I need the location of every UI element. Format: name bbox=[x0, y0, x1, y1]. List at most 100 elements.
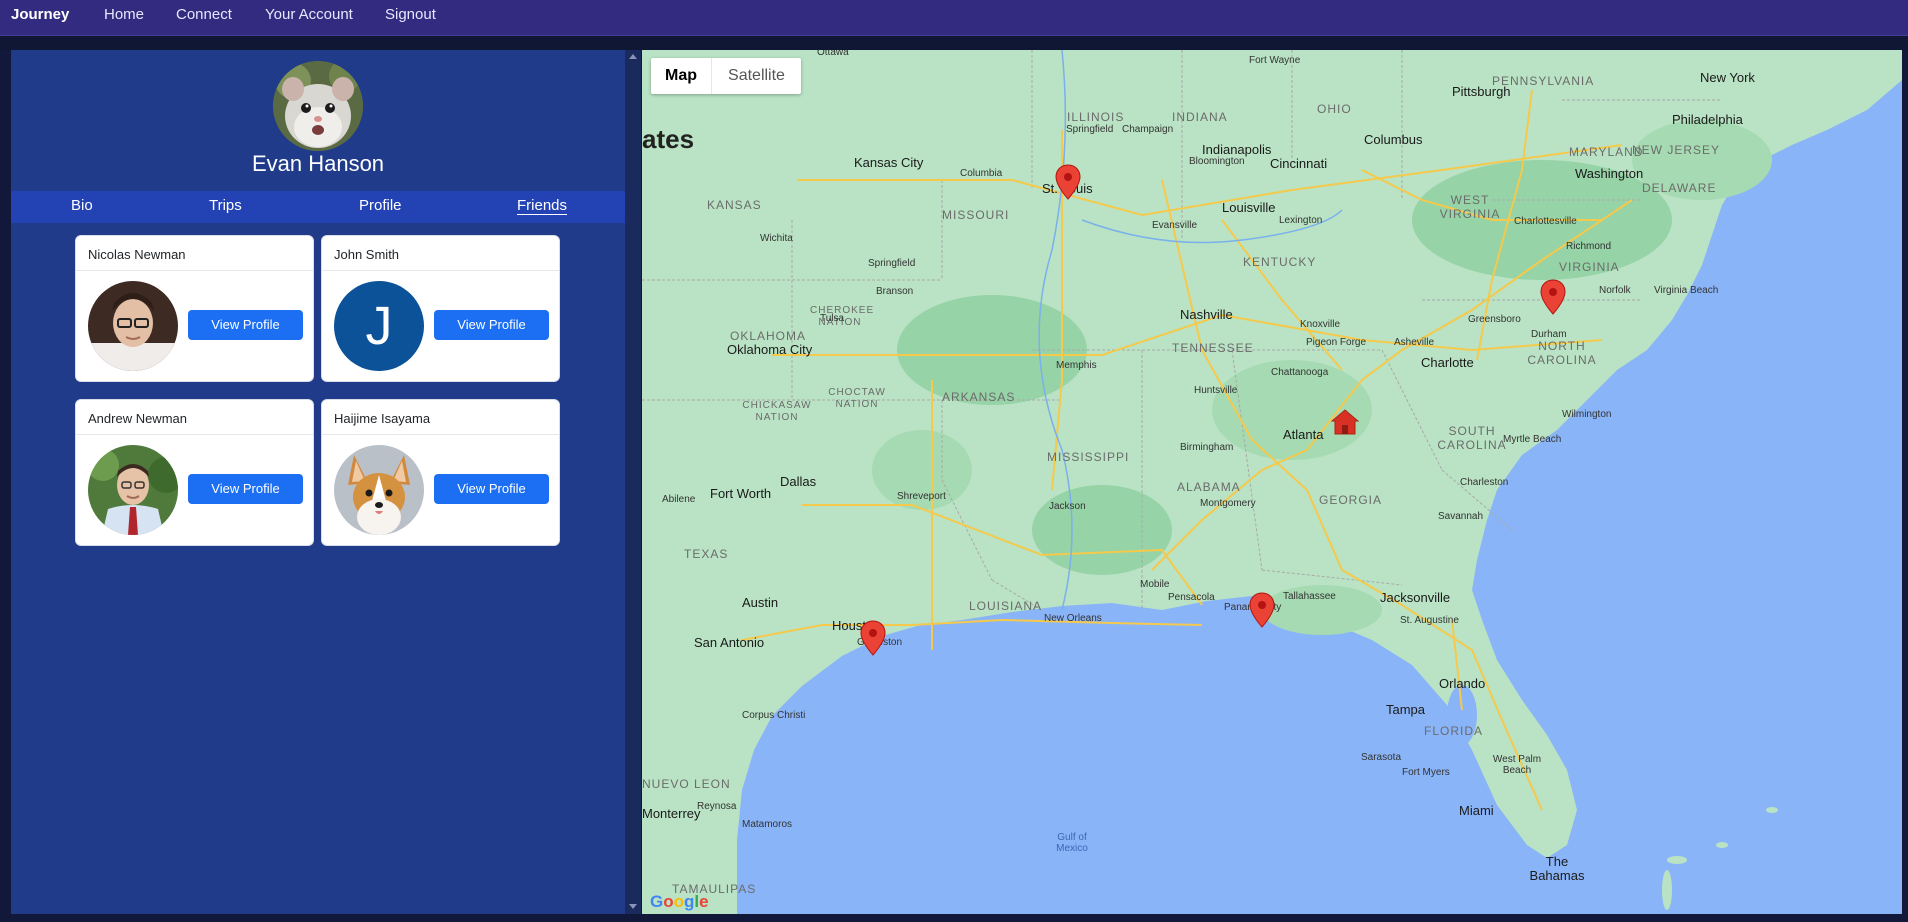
city-label: Austin bbox=[742, 595, 779, 610]
brand-logo[interactable]: Journey bbox=[11, 6, 69, 23]
map-button[interactable]: Map bbox=[651, 58, 712, 94]
state-label: KENTUCKY bbox=[1243, 255, 1317, 269]
city-label: Norfolk bbox=[1599, 285, 1631, 296]
state-label: VIRGINIA bbox=[1559, 260, 1620, 274]
city-label: Lexington bbox=[1279, 215, 1323, 226]
card-divider bbox=[322, 434, 559, 435]
friend-name: John Smith bbox=[334, 247, 400, 262]
tab-profile[interactable]: Profile bbox=[359, 197, 402, 214]
city-label: Memphis bbox=[1056, 360, 1097, 371]
city-label: Ottawa bbox=[817, 50, 849, 58]
city-label: Tampa bbox=[1386, 702, 1426, 717]
friend-initial-avatar: J bbox=[334, 281, 424, 371]
friend-card: Nicolas Newman View Profile bbox=[76, 236, 313, 381]
city-label: Sarasota bbox=[1361, 752, 1402, 763]
city-label: Mobile bbox=[1140, 579, 1170, 590]
profile-panel: Evan Hanson Bio Trips Profile Friends Ni… bbox=[11, 50, 625, 914]
state-label: INDIANA bbox=[1172, 110, 1228, 124]
city-label: Springfield bbox=[1066, 124, 1114, 135]
city-label: Myrtle Beach bbox=[1503, 434, 1562, 445]
home-marker-icon[interactable] bbox=[1331, 408, 1359, 436]
city-label: Bloomington bbox=[1189, 156, 1245, 167]
friend-avatar bbox=[88, 281, 178, 371]
city-label: Fort Myers bbox=[1402, 767, 1450, 778]
map-marker-icon[interactable] bbox=[1540, 279, 1566, 315]
page-gutter bbox=[0, 36, 1908, 50]
scroll-up-icon[interactable] bbox=[629, 54, 637, 59]
google-logo: Google bbox=[650, 892, 709, 911]
city-label: Indianapolis bbox=[1202, 142, 1272, 157]
map-marker-icon[interactable] bbox=[1055, 164, 1081, 200]
friend-card: Haijime Isayama View Profile bbox=[322, 400, 559, 545]
nav-link-home[interactable]: Home bbox=[104, 6, 144, 23]
nav-link-your-account[interactable]: Your Account bbox=[265, 6, 353, 23]
friend-card: John Smith J View Profile bbox=[322, 236, 559, 381]
satellite-button[interactable]: Satellite bbox=[712, 58, 801, 94]
water-label: Gulf of Mexico bbox=[1056, 832, 1088, 854]
city-label: Reynosa bbox=[697, 801, 737, 812]
state-label: WEST VIRGINIA bbox=[1439, 193, 1501, 221]
state-label: NUEVO LEON bbox=[642, 777, 731, 791]
city-label: Chattanooga bbox=[1271, 367, 1329, 378]
city-label: New Orleans bbox=[1044, 613, 1102, 624]
city-label: Huntsville bbox=[1194, 385, 1238, 396]
city-label: Miami bbox=[1459, 803, 1494, 818]
panel-scrollbar[interactable] bbox=[625, 50, 641, 914]
city-label: Tallahassee bbox=[1283, 591, 1336, 602]
card-divider bbox=[76, 434, 313, 435]
city-label: Champaign bbox=[1122, 124, 1174, 135]
city-label: Philadelphia bbox=[1672, 112, 1743, 127]
nav-link-connect[interactable]: Connect bbox=[176, 6, 232, 23]
city-label: Charlottesville bbox=[1514, 216, 1577, 227]
city-label: Corpus Christi bbox=[742, 710, 806, 721]
city-label: Oklahoma City bbox=[727, 342, 813, 357]
state-label: TENNESSEE bbox=[1172, 341, 1254, 355]
city-label: Springfield bbox=[868, 258, 916, 269]
city-label: Greensboro bbox=[1468, 314, 1521, 325]
city-label: Richmond bbox=[1566, 241, 1612, 252]
view-profile-button[interactable]: View Profile bbox=[188, 474, 303, 504]
city-label: Louisville bbox=[1222, 200, 1276, 215]
view-profile-button[interactable]: View Profile bbox=[434, 474, 549, 504]
map-view[interactable]: Map Satellite ates ILLINOIS INDIANA OHIO… bbox=[642, 50, 1902, 914]
state-label: ARKANSAS bbox=[942, 390, 1016, 404]
city-label: Pittsburgh bbox=[1452, 84, 1511, 99]
state-label: OKLAHOMA bbox=[730, 329, 807, 343]
state-label: SOUTH CAROLINA bbox=[1437, 424, 1507, 452]
state-label: TEXAS bbox=[684, 547, 729, 561]
map-marker-icon[interactable] bbox=[1249, 592, 1275, 628]
city-label: Wilmington bbox=[1562, 409, 1612, 420]
card-divider bbox=[76, 270, 313, 271]
friend-name: Nicolas Newman bbox=[88, 247, 186, 262]
friend-photo bbox=[88, 445, 178, 535]
tab-trips[interactable]: Trips bbox=[209, 197, 242, 214]
map-marker-icon[interactable] bbox=[860, 620, 886, 656]
city-label: Savannah bbox=[1438, 511, 1484, 522]
city-label: Birmingham bbox=[1180, 442, 1234, 453]
tab-friends[interactable]: Friends bbox=[517, 197, 567, 214]
city-label: Wichita bbox=[760, 233, 793, 244]
state-label: GEORGIA bbox=[1319, 493, 1383, 507]
friend-avatar bbox=[88, 445, 178, 535]
city-label: Knoxville bbox=[1300, 319, 1341, 330]
view-profile-button[interactable]: View Profile bbox=[188, 310, 303, 340]
card-divider bbox=[322, 270, 559, 271]
scroll-down-icon[interactable] bbox=[629, 904, 637, 909]
state-label: MISSOURI bbox=[942, 208, 1010, 222]
city-label: Evansville bbox=[1152, 220, 1198, 231]
city-label: Pensacola bbox=[1168, 592, 1215, 603]
city-label: Abilene bbox=[662, 494, 696, 505]
state-label: CHOCTAW NATION bbox=[828, 387, 886, 410]
tab-bio[interactable]: Bio bbox=[71, 197, 93, 214]
profile-name: Evan Hanson bbox=[251, 151, 385, 176]
city-label: Durham bbox=[1531, 329, 1567, 340]
nav-link-signout[interactable]: Signout bbox=[385, 6, 436, 23]
city-label: Fort Wayne bbox=[1249, 55, 1301, 66]
state-label: CHICKASAW NATION bbox=[742, 400, 812, 423]
friend-name: Haijime Isayama bbox=[334, 411, 431, 426]
state-label: MISSISSIPPI bbox=[1047, 450, 1130, 464]
state-label: NORTH CAROLINA bbox=[1527, 339, 1597, 367]
corgi-photo bbox=[334, 445, 424, 535]
state-label: OHIO bbox=[1317, 102, 1352, 116]
view-profile-button[interactable]: View Profile bbox=[434, 310, 549, 340]
